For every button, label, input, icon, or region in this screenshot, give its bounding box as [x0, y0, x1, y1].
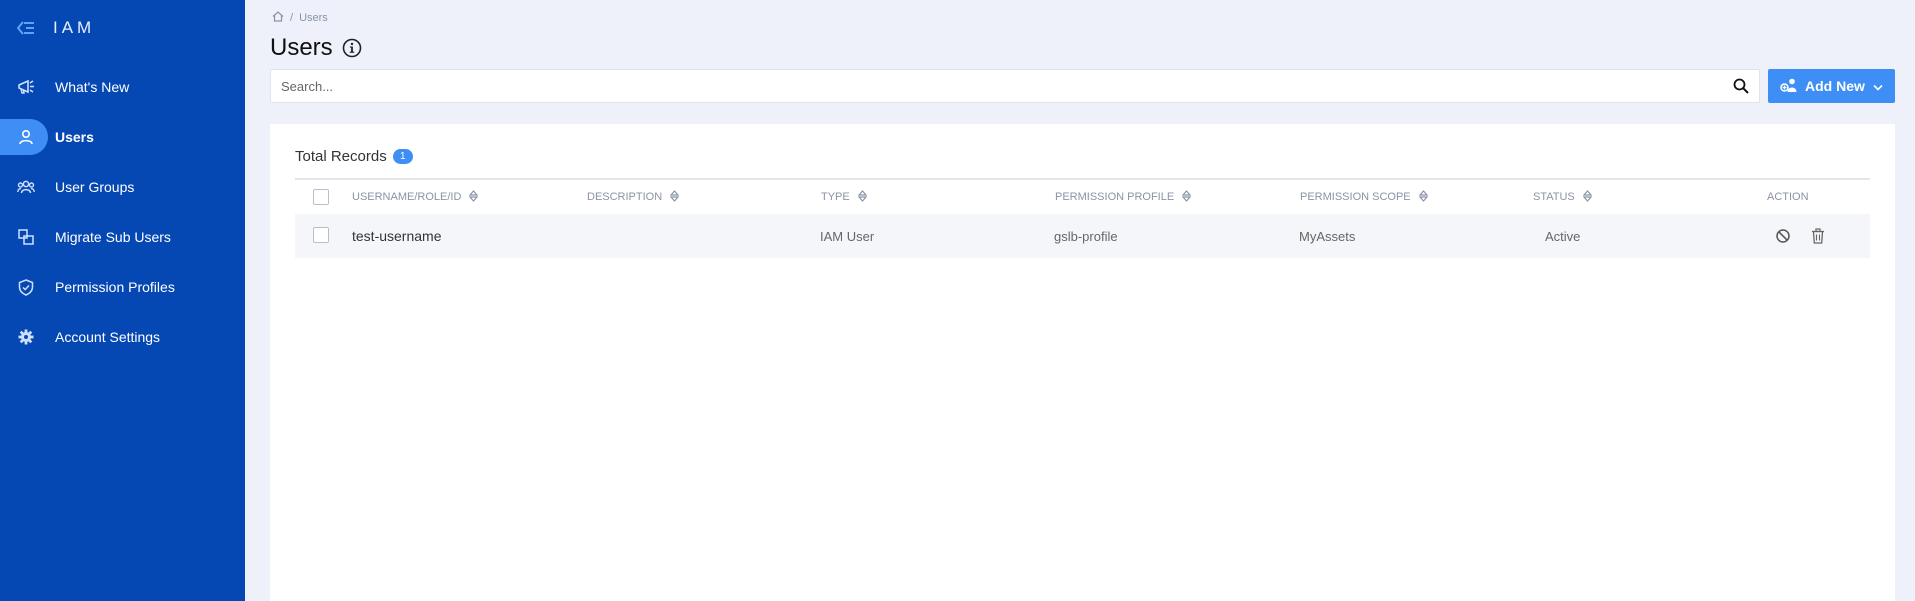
users-card: Total Records 1 USERNAME/ROLE/ID DESCRIP…	[270, 124, 1895, 601]
cell-permission-profile: gslb-profile	[1054, 228, 1118, 244]
sidebar-item-whats-new[interactable]: What's New	[0, 62, 245, 112]
search-bar	[270, 69, 1760, 103]
info-icon[interactable]	[342, 38, 362, 58]
page-title: Users	[270, 34, 333, 61]
sidebar-item-label: Users	[55, 129, 94, 145]
column-header-description[interactable]: DESCRIPTION	[587, 180, 680, 214]
sidebar-item-label: Permission Profiles	[55, 279, 175, 295]
shield-check-icon	[16, 277, 36, 297]
sort-icon	[469, 189, 479, 205]
sidebar-nav: What's New Users User Groups Migrate Sub…	[0, 62, 245, 362]
column-header-permission-scope[interactable]: PERMISSION SCOPE	[1300, 180, 1428, 214]
disable-icon[interactable]	[1775, 228, 1791, 244]
row-checkbox[interactable]	[313, 227, 329, 243]
sidebar-item-migrate-sub-users[interactable]: Migrate Sub Users	[0, 212, 245, 262]
column-header-status[interactable]: STATUS	[1533, 180, 1593, 214]
cell-status: Active	[1545, 228, 1581, 244]
add-new-label: Add New	[1805, 78, 1865, 94]
column-header-permission-profile[interactable]: PERMISSION PROFILE	[1055, 180, 1192, 214]
sort-icon	[1181, 189, 1192, 205]
sort-icon	[857, 189, 868, 205]
sidebar-item-label: User Groups	[55, 179, 135, 195]
sidebar-item-users[interactable]: Users	[0, 112, 245, 162]
cell-username[interactable]: test-username	[352, 214, 441, 258]
total-records: Total Records 1	[295, 148, 413, 165]
brand: IAM	[16, 16, 95, 40]
column-header-label: PERMISSION PROFILE	[1055, 191, 1175, 203]
sidebar-item-label: Migrate Sub Users	[55, 229, 171, 245]
search-icon[interactable]	[1733, 78, 1749, 94]
sort-icon	[1418, 189, 1428, 205]
column-header-username[interactable]: USERNAME/ROLE/ID	[352, 180, 479, 214]
column-header-label: USERNAME/ROLE/ID	[352, 191, 462, 203]
sort-icon	[1582, 189, 1593, 205]
search-input[interactable]	[281, 70, 1701, 102]
add-user-icon	[1780, 77, 1798, 96]
app-title: IAM	[53, 18, 96, 37]
collapse-menu-icon[interactable]	[16, 18, 36, 38]
breadcrumb-separator: /	[290, 12, 294, 24]
add-new-button[interactable]: Add New	[1768, 69, 1895, 103]
migrate-icon	[16, 227, 36, 247]
sidebar-item-account-settings[interactable]: Account Settings	[0, 312, 245, 362]
total-records-badge: 1	[392, 149, 413, 164]
home-icon[interactable]	[272, 11, 284, 25]
sort-icon	[669, 189, 680, 205]
sidebar-item-user-groups[interactable]: User Groups	[0, 162, 245, 212]
column-header-action: ACTION	[1767, 180, 1809, 214]
column-header-label: STATUS	[1533, 191, 1575, 203]
sidebar-item-label: Account Settings	[55, 329, 161, 345]
trash-icon[interactable]	[1810, 228, 1826, 244]
select-all-checkbox[interactable]	[313, 189, 329, 205]
column-header-label: ACTION	[1767, 191, 1809, 203]
table-header: USERNAME/ROLE/ID DESCRIPTION TYPE PERMIS…	[295, 178, 1870, 214]
breadcrumb: / Users	[272, 11, 328, 25]
gear-icon	[16, 327, 36, 347]
column-header-label: TYPE	[821, 191, 850, 203]
user-icon	[16, 127, 36, 147]
sidebar-item-permission-profiles[interactable]: Permission Profiles	[0, 262, 245, 312]
user-group-icon	[16, 177, 36, 197]
sidebar: IAM What's New Users User Groups Migrate…	[0, 0, 245, 601]
breadcrumb-current: Users	[299, 12, 328, 24]
column-header-type[interactable]: TYPE	[821, 180, 868, 214]
chevron-down-icon	[1873, 79, 1883, 94]
column-header-label: DESCRIPTION	[587, 191, 663, 203]
megaphone-icon	[16, 77, 36, 97]
sidebar-item-label: What's New	[55, 79, 130, 95]
column-header-label: PERMISSION SCOPE	[1300, 191, 1411, 203]
cell-type: IAM User	[820, 228, 875, 244]
cell-permission-scope: MyAssets	[1299, 228, 1356, 244]
users-table: USERNAME/ROLE/ID DESCRIPTION TYPE PERMIS…	[295, 178, 1870, 258]
total-records-label: Total Records	[295, 148, 387, 165]
table-row[interactable]: test-username IAM User gslb-profile MyAs…	[295, 214, 1870, 258]
